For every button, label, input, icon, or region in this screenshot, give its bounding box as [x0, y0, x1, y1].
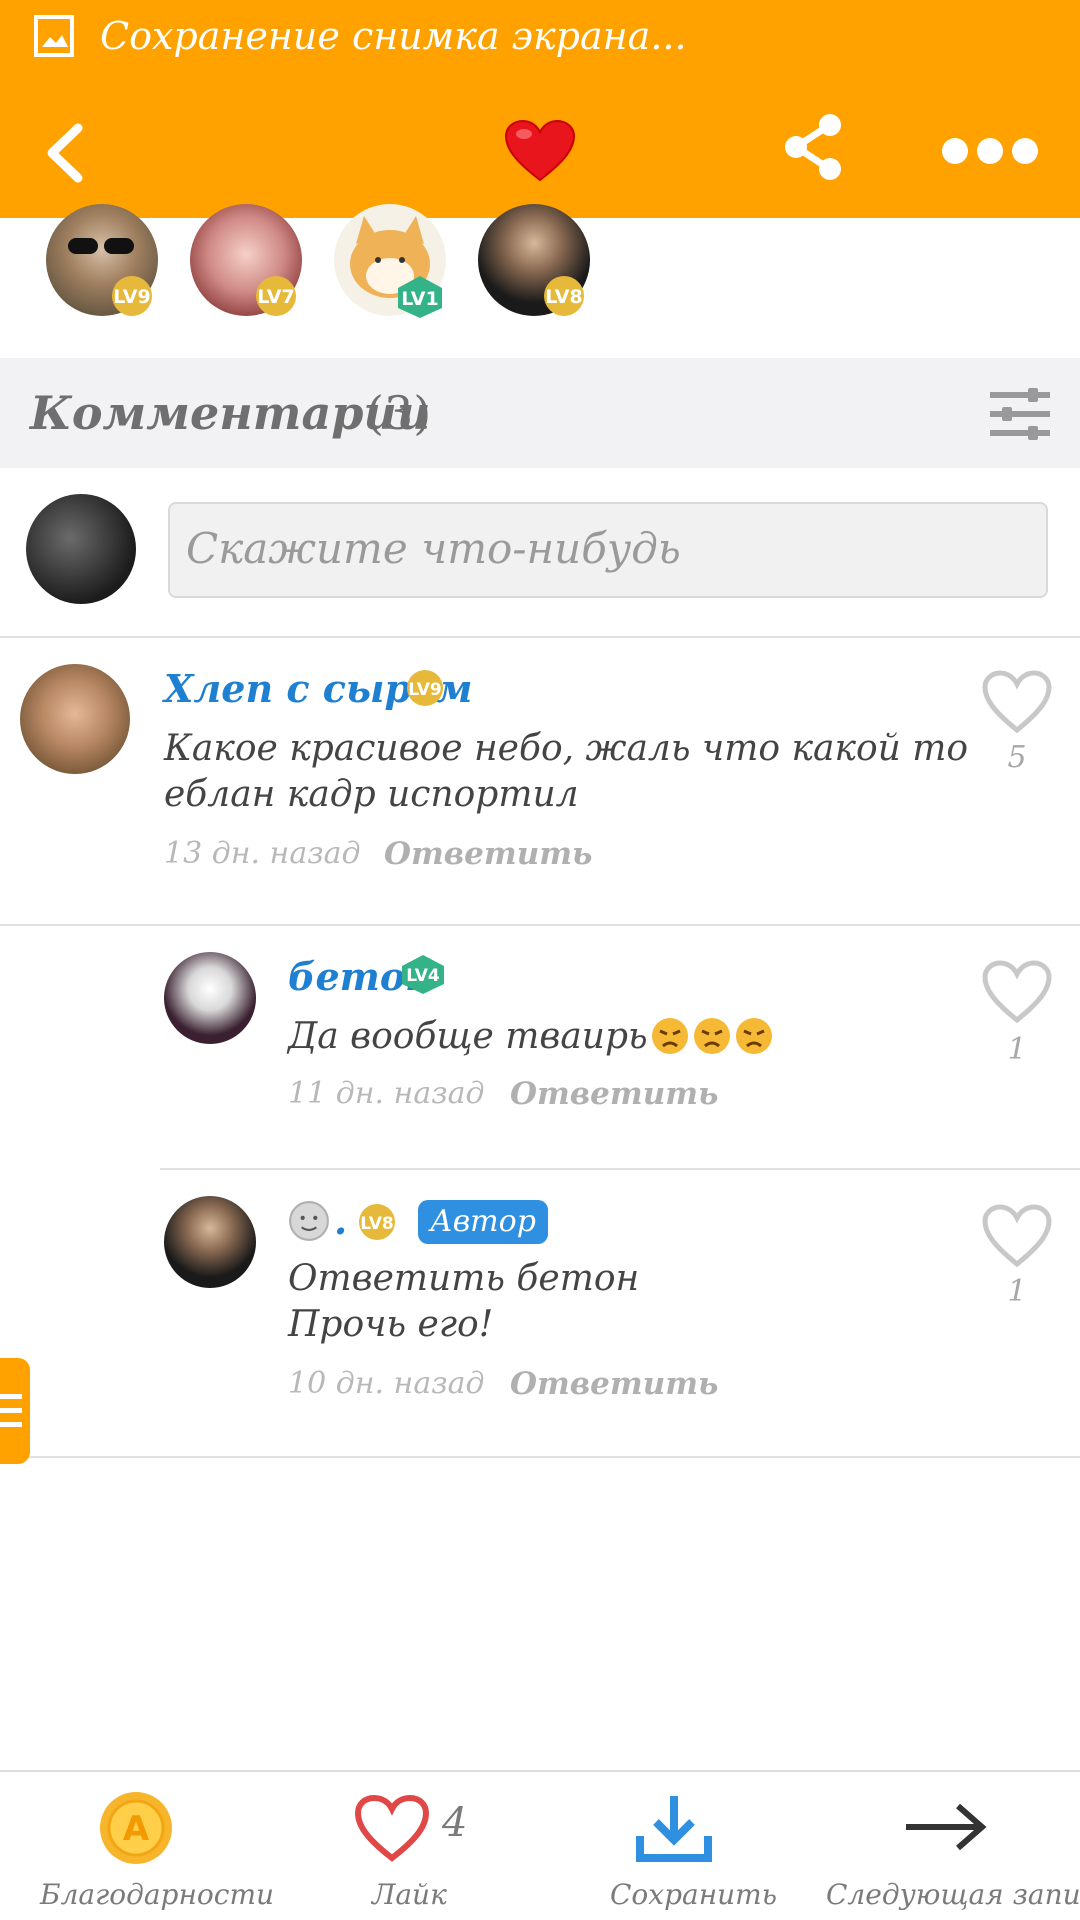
comment-composer: Скажите что-нибудь — [0, 468, 1080, 638]
comment-input[interactable]: Скажите что-нибудь — [168, 502, 1048, 598]
save-button[interactable]: Сохранить — [540, 1772, 810, 1920]
angry-face-icon — [693, 1018, 730, 1054]
heart-outline-icon[interactable] — [982, 670, 1052, 734]
image-icon — [34, 15, 74, 57]
svg-text:LV8: LV8 — [360, 1214, 393, 1234]
bottom-action-bar: A Благодарности 4 Лайк Сохранить Следующ… — [0, 1770, 1080, 1920]
heart-outline-icon[interactable] — [982, 1204, 1052, 1268]
comment-item: . LV8 Автор Ответить бетон Прочь его! 10… — [0, 1170, 1080, 1456]
author-badge: Автор — [418, 1200, 548, 1244]
moon-face-icon — [289, 1201, 329, 1241]
next-label: Следующая запись — [826, 1878, 1080, 1911]
side-drawer-handle[interactable] — [0, 1358, 30, 1464]
heart-outline-icon — [354, 1794, 430, 1862]
like-count: 1 — [1007, 1032, 1027, 1067]
level-badge: LV1 — [398, 276, 442, 318]
thanks-label: Благодарности — [40, 1878, 275, 1911]
reply-link[interactable]: Ответить — [510, 1076, 718, 1112]
divider — [0, 1456, 1080, 1458]
liker-avatar[interactable]: LV8 — [478, 204, 590, 318]
my-avatar[interactable] — [26, 494, 136, 604]
like-label: Лайк — [372, 1878, 447, 1911]
angry-face-icon — [651, 1018, 688, 1054]
comment-item: бетон LV4 Да вообще тваирь 11 дн. назад … — [0, 926, 1080, 1168]
comment-text: Да вообще тваирь — [288, 1014, 774, 1060]
likers-row: LV9 LV7 LV1 LV8 — [0, 204, 1080, 358]
level-badge: LV8 — [544, 276, 584, 316]
comments-header: Комментарии (3) — [0, 358, 1080, 468]
liker-avatar[interactable]: LV9 — [46, 204, 158, 318]
liker-avatar[interactable]: LV7 — [190, 204, 302, 318]
avatar[interactable] — [164, 1196, 256, 1288]
svg-text:LV9: LV9 — [113, 286, 150, 308]
comment-text: еблан кадр испортил — [164, 774, 579, 815]
angry-face-icon — [735, 1018, 772, 1054]
comment-author[interactable]: . — [334, 1198, 347, 1243]
comment-text: Ответить бетон — [288, 1258, 640, 1299]
level-badge: LV9 — [407, 670, 443, 706]
comment-text: Какое красивое небо, жаль что какой то — [164, 728, 969, 769]
more-dots-icon[interactable] — [940, 136, 1040, 166]
comment-text: Прочь его! — [288, 1304, 494, 1345]
back-icon[interactable] — [40, 118, 90, 188]
svg-text:A: A — [123, 1809, 150, 1849]
save-label: Сохранить — [610, 1878, 777, 1911]
like-count: 5 — [1007, 740, 1027, 775]
level-badge: LV7 — [256, 276, 296, 316]
svg-text:LV4: LV4 — [406, 966, 440, 986]
svg-text:LV1: LV1 — [401, 288, 438, 310]
avatar[interactable] — [20, 664, 130, 774]
comment-text-content: Да вообще тваирь — [288, 1016, 648, 1057]
svg-text:LV7: LV7 — [257, 286, 294, 308]
next-post-button[interactable]: Следующая запись — [810, 1772, 1080, 1920]
like-count: 4 — [442, 1800, 468, 1846]
level-badge: LV4 — [402, 955, 444, 994]
comment-time: 13 дн. назад — [164, 836, 361, 871]
heart-icon[interactable] — [504, 120, 576, 182]
comment-time: 10 дн. назад — [288, 1366, 485, 1401]
liker-avatar[interactable]: LV1 — [334, 204, 446, 318]
menu-icon — [0, 1394, 22, 1427]
share-icon[interactable] — [782, 112, 844, 182]
comment-time: 11 дн. назад — [288, 1076, 485, 1111]
avatar[interactable] — [164, 952, 256, 1044]
coin-icon: A — [100, 1792, 172, 1864]
level-badge: LV9 — [112, 276, 152, 316]
sort-filter-icon[interactable] — [990, 388, 1050, 440]
comments-count: (3) — [366, 386, 432, 440]
comment-item: Хлеп с сыром LV9 Какое красивое небо, жа… — [0, 640, 1080, 924]
level-badge: LV8 — [359, 1204, 395, 1240]
heart-outline-icon[interactable] — [982, 960, 1052, 1024]
download-icon — [636, 1796, 712, 1862]
reply-link[interactable]: Ответить — [510, 1366, 718, 1402]
status-title: Сохранение снимка экрана... — [100, 14, 687, 58]
app-header — [0, 78, 1080, 218]
svg-text:LV9: LV9 — [408, 680, 441, 700]
svg-text:LV8: LV8 — [545, 286, 582, 308]
reply-link[interactable]: Ответить — [384, 836, 592, 872]
status-bar: Сохранение снимка экрана... — [0, 0, 1080, 78]
thanks-button[interactable]: A Благодарности — [0, 1772, 274, 1920]
like-button[interactable]: 4 Лайк — [270, 1772, 540, 1920]
arrow-right-icon — [906, 1803, 987, 1851]
like-count: 1 — [1007, 1274, 1027, 1309]
